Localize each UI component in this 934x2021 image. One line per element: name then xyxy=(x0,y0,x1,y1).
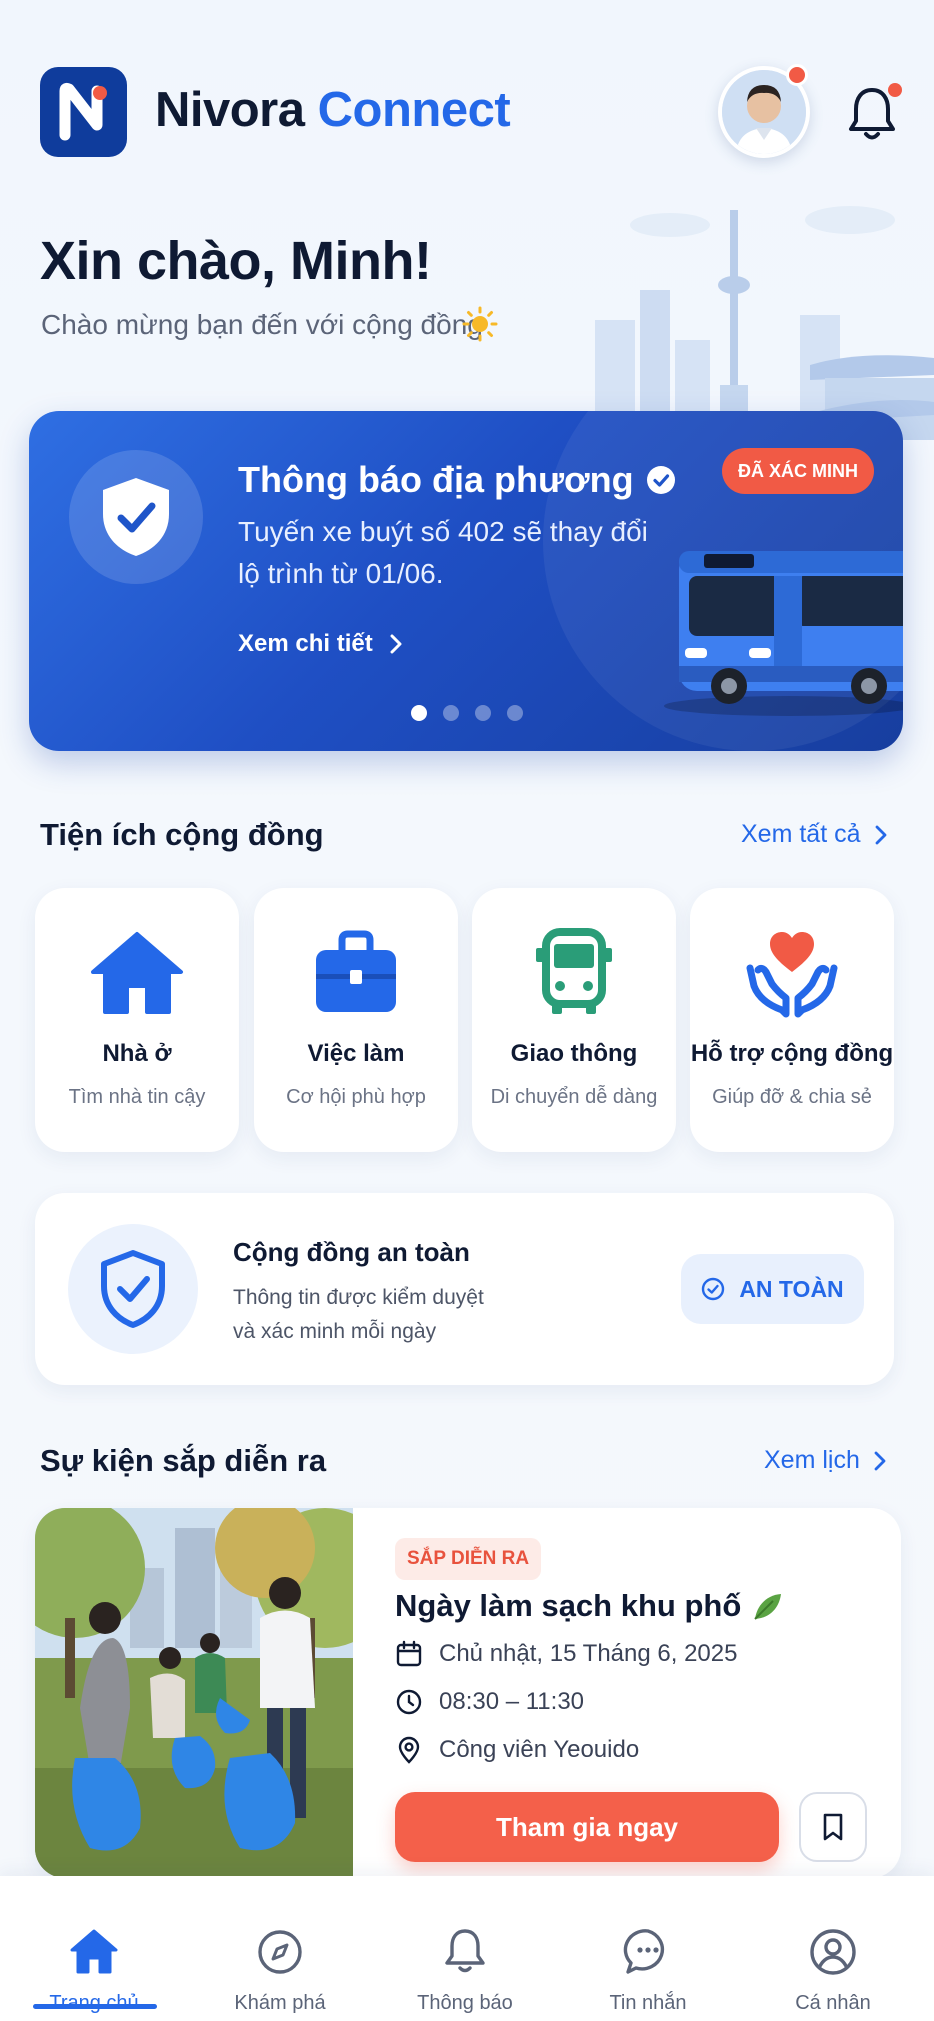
events-section-title: Sự kiện sắp diễn ra xyxy=(40,1443,327,1478)
notification-dot xyxy=(888,83,902,97)
nav-label: Khám phá xyxy=(234,1992,326,2014)
shield-check-icon xyxy=(103,478,169,556)
shield-check-icon xyxy=(101,1250,165,1328)
event-time: 08:30 – 11:30 xyxy=(439,1688,585,1715)
local-announcement-banner[interactable]: Thông báo địa phương ĐÃ XÁC MINH Tuyến x… xyxy=(29,411,903,751)
greeting-title: Xin chào, Minh! xyxy=(40,231,432,291)
pagination-dot[interactable] xyxy=(475,705,491,721)
banner-pagination xyxy=(411,705,523,721)
greeting-subtitle: Chào mừng bạn đến với cộng đồng xyxy=(41,309,483,340)
nav-item-profile[interactable]: Cá nhân xyxy=(743,1876,923,2021)
banner-title: Thông báo địa phương xyxy=(238,459,676,501)
nav-label: Thông báo xyxy=(417,1992,513,2014)
nav-item-notifications[interactable]: Thông báo xyxy=(375,1876,555,2021)
utilities-section-title: Tiện ích cộng đồng xyxy=(40,817,324,852)
safety-line-1: Thông tin được kiểm duyệt xyxy=(233,1286,484,1309)
sun-icon xyxy=(462,306,498,342)
home-icon xyxy=(91,932,183,1014)
utility-label: Nhà ở xyxy=(102,1040,172,1067)
logo-n-icon xyxy=(59,82,107,141)
chevron-right-icon xyxy=(390,634,402,654)
utilities-see-all-link[interactable]: Xem tất cả xyxy=(741,820,887,849)
bottom-navigation: Trang chủ Khám phá Thông báo Tin nhắn Cá… xyxy=(0,1876,934,2021)
verified-check-icon xyxy=(646,466,675,494)
utility-label: Hỗ trợ cộng đồng xyxy=(690,1040,894,1067)
nav-label: Cá nhân xyxy=(795,1992,871,2014)
pagination-dot-active[interactable] xyxy=(411,705,427,721)
calendar-icon xyxy=(396,1640,422,1667)
bookmark-button[interactable] xyxy=(799,1792,867,1862)
brand-part-2: Connect xyxy=(317,83,511,137)
safety-title: Cộng đồng an toàn xyxy=(233,1237,470,1267)
app-header: Nivora Connect xyxy=(0,0,934,170)
pagination-dot[interactable] xyxy=(443,705,459,721)
safety-line-2: và xác minh mỗi ngày xyxy=(233,1320,437,1343)
bus-icon xyxy=(536,928,612,1014)
see-calendar-label: Xem lịch xyxy=(764,1446,860,1474)
avatar-status-dot xyxy=(786,64,808,86)
safe-community-card[interactable]: Cộng đồng an toàn Thông tin được kiểm du… xyxy=(35,1193,894,1385)
utility-card-community-support[interactable]: Hỗ trợ cộng đồng Giúp đỡ & chia sẻ xyxy=(690,888,894,1152)
event-location-row: Công viên Yeouido xyxy=(395,1736,639,1764)
home-icon xyxy=(70,1929,118,1974)
banner-link-label: Xem chi tiết xyxy=(238,630,373,657)
event-title: Ngày làm sạch khu phố xyxy=(395,1588,783,1624)
safety-status-label: AN TOÀN xyxy=(739,1275,844,1302)
bell-icon xyxy=(445,1929,485,1973)
event-date: Chủ nhật, 15 Tháng 6, 2025 xyxy=(439,1640,738,1667)
app-brand: Nivora Connect xyxy=(155,82,511,138)
utility-card-housing[interactable]: Nhà ở Tìm nhà tin cậy xyxy=(35,888,239,1152)
nav-item-explore[interactable]: Khám phá xyxy=(190,1876,370,2021)
utility-subtitle: Di chuyển dễ dàng xyxy=(490,1086,658,1108)
bookmark-icon xyxy=(823,1813,843,1841)
chevron-right-icon xyxy=(874,1451,886,1470)
safety-description: Thông tin được kiểm duyệt và xác minh mỗ… xyxy=(233,1281,533,1349)
bus-illustration xyxy=(664,551,903,716)
clock-icon xyxy=(396,1689,422,1715)
check-circle-icon xyxy=(702,1277,725,1301)
safety-status-badge[interactable]: AN TOÀN xyxy=(681,1254,864,1324)
location-pin-icon xyxy=(398,1736,420,1764)
banner-detail-link[interactable]: Xem chi tiết xyxy=(238,630,403,658)
safety-icon-badge xyxy=(68,1224,198,1354)
city-skyline-illustration xyxy=(595,206,934,440)
nav-item-messages[interactable]: Tin nhắn xyxy=(558,1876,738,2021)
event-title-text: Ngày làm sạch khu phố xyxy=(395,1588,742,1623)
banner-shield-badge xyxy=(69,450,203,584)
event-card[interactable]: SẮP DIỄN RA Ngày làm sạch khu phố Chủ nh… xyxy=(35,1508,901,1878)
utility-subtitle: Tìm nhà tin cậy xyxy=(68,1086,206,1108)
join-event-button[interactable]: Tham gia ngay xyxy=(395,1792,779,1862)
utility-label: Việc làm xyxy=(307,1040,405,1067)
nav-label: Tin nhắn xyxy=(609,1992,687,2014)
nav-item-home[interactable]: Trang chủ xyxy=(4,1876,184,2021)
event-location: Công viên Yeouido xyxy=(439,1736,640,1763)
app-logo[interactable] xyxy=(40,67,127,157)
chat-icon xyxy=(623,1929,665,1974)
utility-card-transport[interactable]: Giao thông Di chuyển dễ dàng xyxy=(472,888,676,1152)
pagination-dot[interactable] xyxy=(507,705,523,721)
banner-text: Tuyến xe buýt số 402 sẽ thay đổi lộ trìn… xyxy=(238,516,648,589)
event-date-row: Chủ nhật, 15 Tháng 6, 2025 xyxy=(395,1640,737,1668)
leaf-icon xyxy=(754,1594,782,1620)
utility-label: Giao thông xyxy=(510,1040,638,1067)
compass-icon xyxy=(258,1930,302,1974)
utility-subtitle: Cơ hội phù hợp xyxy=(286,1086,426,1108)
heart-hands-icon xyxy=(746,932,838,1018)
banner-title-text: Thông báo địa phương xyxy=(238,459,634,500)
active-tab-indicator xyxy=(33,2004,157,2009)
chevron-right-icon xyxy=(875,825,886,844)
see-all-label: Xem tất cả xyxy=(741,820,861,848)
events-calendar-link[interactable]: Xem lịch xyxy=(764,1446,886,1475)
event-photo xyxy=(35,1508,353,1878)
verified-badge: ĐÃ XÁC MINH xyxy=(722,448,874,494)
event-status-tag: SẮP DIỄN RA xyxy=(395,1538,542,1580)
user-icon xyxy=(810,1929,856,1975)
brand-part-1: Nivora xyxy=(155,83,305,137)
briefcase-icon xyxy=(316,930,396,1012)
utility-card-jobs[interactable]: Việc làm Cơ hội phù hợp xyxy=(254,888,458,1152)
utility-subtitle: Giúp đỡ & chia sẻ xyxy=(712,1086,872,1108)
event-time-row: 08:30 – 11:30 xyxy=(395,1688,584,1716)
